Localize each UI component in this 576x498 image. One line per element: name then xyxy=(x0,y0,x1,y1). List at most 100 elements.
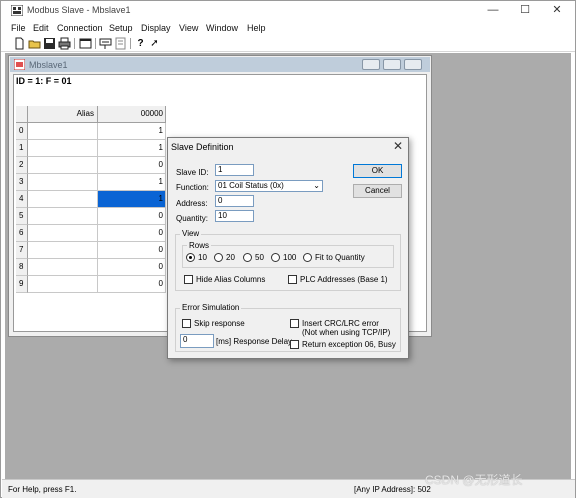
window-icon[interactable] xyxy=(79,37,92,50)
child-minimize-icon[interactable] xyxy=(362,59,380,70)
menu-file[interactable]: File xyxy=(11,23,26,33)
skip-response-label: Skip response xyxy=(194,319,245,328)
row-index[interactable]: 6 xyxy=(16,225,28,242)
address-field[interactable]: 0 xyxy=(215,195,254,207)
insert-crc-label: Insert CRC/LRC error xyxy=(302,319,379,328)
alias-cell[interactable] xyxy=(28,191,98,208)
response-delay-field[interactable]: 0 xyxy=(180,334,214,348)
register-value-cell[interactable]: 1 xyxy=(98,123,166,140)
toolbar-separator xyxy=(95,38,96,49)
register-value-cell[interactable]: 0 xyxy=(98,208,166,225)
row-index[interactable]: 1 xyxy=(16,140,28,157)
maximize-icon[interactable]: ☐ xyxy=(511,3,539,19)
alias-cell[interactable] xyxy=(28,208,98,225)
alias-cell[interactable] xyxy=(28,225,98,242)
function-label: Function: xyxy=(176,183,209,192)
row-index[interactable]: 3 xyxy=(16,174,28,191)
menu-display[interactable]: Display xyxy=(141,23,171,33)
register-value-cell[interactable]: 1 xyxy=(98,191,166,208)
minimize-icon[interactable]: — xyxy=(479,3,507,19)
quantity-field[interactable]: 10 xyxy=(215,210,254,222)
title-bar[interactable]: Modbus Slave - Mbslave1 — ☐ ✕ xyxy=(1,1,575,21)
row-index[interactable]: 9 xyxy=(16,276,28,293)
column-header-value: 00000 xyxy=(98,106,166,123)
register-value-cell[interactable]: 0 xyxy=(98,242,166,259)
column-header-alias: Alias xyxy=(28,106,98,123)
close-icon[interactable]: ✕ xyxy=(543,3,571,19)
return-exception-label: Return exception 06, Busy xyxy=(302,340,396,349)
window-title: Modbus Slave - Mbslave1 xyxy=(27,5,131,15)
rows-100-radio[interactable] xyxy=(271,253,280,262)
menu-view[interactable]: View xyxy=(179,23,198,33)
alias-cell[interactable] xyxy=(28,242,98,259)
alias-cell[interactable] xyxy=(28,276,98,293)
rows-50-label: 50 xyxy=(255,253,264,262)
context-help-icon[interactable]: ➚ xyxy=(148,37,161,50)
row-index[interactable]: 5 xyxy=(16,208,28,225)
alias-cell[interactable] xyxy=(28,259,98,276)
child-restore-icon[interactable] xyxy=(383,59,401,70)
alias-cell[interactable] xyxy=(28,157,98,174)
row-index[interactable]: 8 xyxy=(16,259,28,276)
address-label: Address: xyxy=(176,199,208,208)
chevron-down-icon: ⌄ xyxy=(313,181,320,190)
slave-status-line: ID = 1: F = 01 xyxy=(16,76,72,86)
toolbar-separator xyxy=(74,38,75,49)
menu-connection[interactable]: Connection xyxy=(57,23,103,33)
row-index[interactable]: 4 xyxy=(16,191,28,208)
grid-corner xyxy=(16,106,28,123)
communication-icon[interactable] xyxy=(99,37,112,50)
slave-id-label: Slave ID: xyxy=(176,168,209,177)
menu-setup[interactable]: Setup xyxy=(109,23,133,33)
function-select-value: 01 Coil Status (0x) xyxy=(218,181,284,190)
menu-window[interactable]: Window xyxy=(206,23,238,33)
save-icon[interactable] xyxy=(43,37,56,50)
hide-alias-checkbox[interactable] xyxy=(184,275,193,284)
insert-crc-checkbox[interactable] xyxy=(290,319,299,328)
rows-20-radio[interactable] xyxy=(214,253,223,262)
ok-button[interactable]: OK xyxy=(353,164,402,178)
register-value-cell[interactable]: 1 xyxy=(98,140,166,157)
display-icon[interactable] xyxy=(114,37,127,50)
child-title-bar[interactable]: Mbslave1 xyxy=(10,57,430,72)
register-value-cell[interactable]: 0 xyxy=(98,259,166,276)
watermark-text: CSDN @无形道长 xyxy=(425,473,523,487)
register-value-cell[interactable]: 0 xyxy=(98,276,166,293)
menu-bar: File Edit Connection Setup Display View … xyxy=(1,21,575,36)
register-value-cell[interactable]: 0 xyxy=(98,157,166,174)
return-exception-checkbox[interactable] xyxy=(290,340,299,349)
new-document-icon[interactable] xyxy=(13,37,26,50)
row-index[interactable]: 2 xyxy=(16,157,28,174)
function-select[interactable]: 01 Coil Status (0x) ⌄ xyxy=(215,180,323,192)
rows-10-radio[interactable] xyxy=(186,253,195,262)
open-folder-icon[interactable] xyxy=(28,37,41,50)
alias-cell[interactable] xyxy=(28,174,98,191)
menu-help[interactable]: Help xyxy=(247,23,266,33)
rows-50-radio[interactable] xyxy=(243,253,252,262)
help-question-icon[interactable]: ? xyxy=(134,37,147,50)
rows-fit-radio[interactable] xyxy=(303,253,312,262)
alias-cell[interactable] xyxy=(28,140,98,157)
rows-group-title: Rows xyxy=(187,241,212,250)
rows-fit-label: Fit to Quantity xyxy=(315,253,365,262)
slave-id-field[interactable]: 1 xyxy=(215,164,254,176)
row-index[interactable]: 0 xyxy=(16,123,28,140)
child-window-title: Mbslave1 xyxy=(29,60,68,70)
toolbar-separator xyxy=(130,38,131,49)
skip-response-checkbox[interactable] xyxy=(182,319,191,328)
cancel-button[interactable]: Cancel xyxy=(353,184,402,198)
register-value-cell[interactable]: 1 xyxy=(98,174,166,191)
child-window-icon xyxy=(14,59,25,70)
slave-definition-dialog: Slave Definition ✕ Slave ID: 1 Function:… xyxy=(167,137,409,359)
plc-addresses-checkbox[interactable] xyxy=(288,275,297,284)
alias-cell[interactable] xyxy=(28,123,98,140)
print-icon[interactable] xyxy=(58,37,71,50)
menu-edit[interactable]: Edit xyxy=(33,23,49,33)
view-group-title: View xyxy=(180,229,202,238)
child-close-icon[interactable] xyxy=(404,59,422,70)
row-index[interactable]: 7 xyxy=(16,242,28,259)
plc-addresses-label: PLC Addresses (Base 1) xyxy=(300,275,388,284)
response-delay-label: [ms] Response Delay xyxy=(216,337,293,346)
register-value-cell[interactable]: 0 xyxy=(98,225,166,242)
dialog-close-icon[interactable]: ✕ xyxy=(393,140,403,152)
